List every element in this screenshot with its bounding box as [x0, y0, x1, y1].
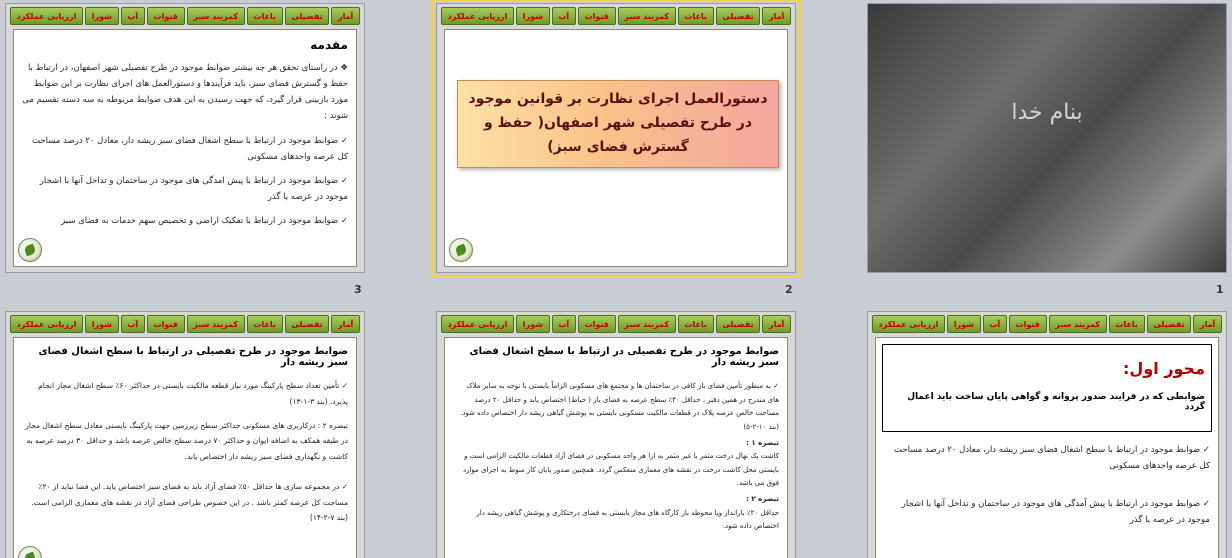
tab-gardens[interactable]: باغات	[677, 315, 714, 333]
slide-thumbnail-2[interactable]: آمار تفصیلی باغات کمربند سبز قنوات آب شو…	[431, 0, 801, 278]
slide-1-title: بنام خدا	[1011, 100, 1083, 125]
tab-detailed[interactable]: تفصیلی	[1146, 315, 1192, 333]
tab-council[interactable]: شورا	[947, 315, 981, 333]
paragraph: ✓ تأمین تعداد سطح پارکینگ مورد نیاز قطعه…	[38, 381, 348, 406]
tab-water[interactable]: آب	[982, 315, 1007, 333]
tab-detailed[interactable]: تفصیلی	[284, 315, 330, 333]
tab-qanats[interactable]: قنوات	[146, 315, 185, 333]
slide-number-3: 3	[354, 283, 362, 296]
paragraph: تبصره ۲ : درکاربری های مسکونی حداکثر سطح…	[25, 420, 348, 462]
slide-thumbnail-3[interactable]: آمار تفصیلی باغات کمربند سبز قنوات آب شو…	[5, 3, 365, 273]
tab-water[interactable]: آب	[120, 7, 145, 25]
slide-content: ضوابط موجود در طرح تفصیلی در ارتباط با س…	[13, 337, 357, 558]
tab-water[interactable]: آب	[120, 315, 145, 333]
tab-green-belt[interactable]: کمربند سبز	[186, 7, 245, 25]
paragraph: ❖ در راستای تحقق هر چه بیشتر ضوابط موجود…	[22, 63, 348, 122]
tab-stats[interactable]: آمار	[762, 7, 791, 25]
logo-icon	[449, 238, 473, 262]
tab-performance[interactable]: ارزیابی عملکرد	[440, 315, 515, 333]
paragraph: حداقل ۲۰٪ بارانداز ویا محوطه باز کارگاه …	[476, 508, 779, 531]
slide-4-subheading: ضوابطی که در فرایند صدور پروانه و گواهی …	[907, 392, 1205, 412]
nav-bar: آمار تفصیلی باغات کمربند سبز قنوات آب شو…	[440, 315, 791, 333]
tab-performance[interactable]: ارزیابی عملکرد	[871, 315, 946, 333]
slide-thumbnail-5[interactable]: آمار تفصیلی باغات کمربند سبز قنوات آب شو…	[436, 311, 796, 558]
tab-performance[interactable]: ارزیابی عملکرد	[9, 315, 84, 333]
tab-performance[interactable]: ارزیابی عملکرد	[9, 7, 84, 25]
tab-gardens[interactable]: باغات	[677, 7, 714, 25]
slide-2-title: دستورالعمل اجرای نظارت بر قوانین موجود د…	[468, 91, 768, 155]
tab-council[interactable]: شورا	[85, 315, 119, 333]
slide-thumbnail-1[interactable]: بنام خدا	[867, 3, 1227, 273]
tab-council[interactable]: شورا	[85, 7, 119, 25]
note-label: تبصره ۱ :	[746, 438, 779, 447]
title-box: دستورالعمل اجرای نظارت بر قوانین موجود د…	[457, 80, 779, 168]
tab-gardens[interactable]: باغات	[246, 7, 283, 25]
tab-council[interactable]: شورا	[516, 315, 550, 333]
tab-green-belt[interactable]: کمربند سبز	[617, 7, 676, 25]
heading-frame: محور اول: ضوابطی که در فرایند صدور پروان…	[882, 344, 1212, 432]
logo-icon	[18, 238, 42, 262]
slide-thumbnail-4[interactable]: آمار تفصیلی باغات کمربند سبز قنوات آب شو…	[867, 311, 1227, 558]
slide-6-heading: ضوابط موجود در طرح تفصیلی در ارتباط با س…	[38, 346, 348, 368]
tab-stats[interactable]: آمار	[331, 7, 360, 25]
slide-content: ضوابط موجود در طرح تفصیلی در ارتباط با س…	[444, 337, 788, 558]
slide-content: محور اول: ضوابطی که در فرایند صدور پروان…	[875, 337, 1219, 558]
tab-detailed[interactable]: تفصیلی	[715, 315, 761, 333]
slide-content: دستورالعمل اجرای نظارت بر قوانین موجود د…	[444, 29, 788, 267]
paragraph: کاشت یک نهال درخت مثمر یا غیر مثمر به از…	[462, 452, 779, 488]
slide-3-heading: مقدمه	[310, 38, 348, 52]
tab-green-belt[interactable]: کمربند سبز	[1048, 315, 1107, 333]
tab-qanats[interactable]: قنوات	[577, 315, 616, 333]
nav-bar: آمار تفصیلی باغات کمربند سبز قنوات آب شو…	[871, 315, 1222, 333]
nav-bar: آمار تفصیلی باغات کمربند سبز قنوات آب شو…	[440, 7, 791, 25]
tab-water[interactable]: آب	[551, 7, 576, 25]
nav-bar: آمار تفصیلی باغات کمربند سبز قنوات آب شو…	[9, 7, 360, 25]
slide-thumbnail-6[interactable]: آمار تفصیلی باغات کمربند سبز قنوات آب شو…	[5, 311, 365, 558]
logo-icon	[18, 546, 42, 558]
slide-content: مقدمه ❖ در راستای تحقق هر چه بیشتر ضوابط…	[13, 29, 357, 267]
tab-detailed[interactable]: تفصیلی	[715, 7, 761, 25]
paragraph: ✓ ضوابط موجود در ارتباط با سطح اشغال فضا…	[894, 445, 1210, 472]
tab-council[interactable]: شورا	[516, 7, 550, 25]
slide-5-heading: ضوابط موجود در طرح تفصیلی در ارتباط با س…	[469, 346, 779, 368]
slide-number-1: 1	[1216, 283, 1224, 296]
note-label: تبصره ۲ :	[746, 495, 779, 504]
tab-green-belt[interactable]: کمربند سبز	[617, 315, 676, 333]
nav-bar: آمار تفصیلی باغات کمربند سبز قنوات آب شو…	[9, 315, 360, 333]
tab-stats[interactable]: آمار	[1193, 315, 1222, 333]
paragraph: ✓ ضوابط موجود در ارتباط با سطح اشغال فضا…	[32, 135, 348, 162]
tab-detailed[interactable]: تفصیلی	[284, 7, 330, 25]
tab-qanats[interactable]: قنوات	[1008, 315, 1047, 333]
paragraph: ✓ در مجموعه سازی ها حداقل ۵۰٪ فضای آزاد …	[31, 481, 348, 523]
tab-qanats[interactable]: قنوات	[146, 7, 185, 25]
tab-stats[interactable]: آمار	[331, 315, 360, 333]
paragraph: ✓ ضوابط موجود در ارتباط با تفکیک اراضی و…	[61, 216, 348, 227]
tab-performance[interactable]: ارزیابی عملکرد	[440, 7, 515, 25]
tab-stats[interactable]: آمار	[762, 315, 791, 333]
slide-4-heading: محور اول:	[1123, 359, 1205, 378]
tab-water[interactable]: آب	[551, 315, 576, 333]
tab-qanats[interactable]: قنوات	[577, 7, 616, 25]
tab-green-belt[interactable]: کمربند سبز	[186, 315, 245, 333]
paragraph: ✓ ضوابط موجود در ارتباط با پیش امدگی های…	[39, 175, 348, 202]
slide-number-2: 2	[785, 283, 793, 296]
tab-gardens[interactable]: باغات	[1108, 315, 1145, 333]
paragraph: ✓ ضوابط موجود در ارتباط با پیش آمدگی های…	[901, 499, 1210, 526]
paragraph: ✓ به منظور تأمین فضای باز کافی در ساختما…	[460, 382, 779, 431]
tab-gardens[interactable]: باغات	[246, 315, 283, 333]
